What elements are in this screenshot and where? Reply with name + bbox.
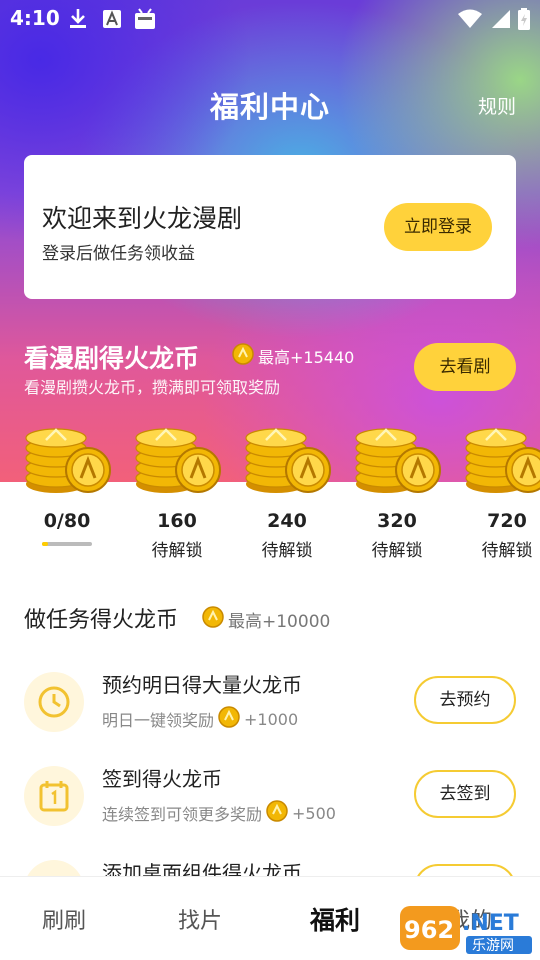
milestone-status: 待解锁: [261, 541, 313, 561]
milestone-row: 0/80 160 待解锁 240 待解锁 320 待解锁 720 待解锁: [0, 418, 540, 568]
tab-find-shows[interactable]: 找片: [178, 903, 222, 935]
clock-icon: [24, 672, 84, 732]
milestone-item: 720 待解锁: [452, 418, 540, 561]
task-desc: 连续签到可领更多奖励 +500: [102, 800, 336, 826]
coin-icon: [232, 343, 254, 369]
app-notification-icon: [134, 8, 156, 34]
coin-icon: [266, 800, 288, 826]
milestone-item: 320 待解锁: [342, 418, 452, 561]
watch-drama-button[interactable]: 去看剧: [414, 343, 516, 391]
login-card: 欢迎来到火龙漫剧 登录后做任务领收益 立即登录: [24, 155, 516, 299]
milestone-progress-bar: [42, 542, 92, 546]
milestone-value: 320: [377, 510, 417, 532]
svg-text:962: 962: [404, 916, 454, 944]
checkin-button[interactable]: 去签到: [414, 770, 516, 818]
milestone-item: 240 待解锁: [232, 418, 342, 561]
battery-icon: [518, 8, 530, 34]
milestone-item: 0/80: [12, 418, 122, 546]
wifi-icon: [458, 9, 482, 33]
font-a-icon: [102, 8, 122, 34]
milestone-item: 160 待解锁: [122, 418, 232, 561]
login-hint: 登录后做任务领收益: [42, 244, 195, 264]
signal-icon: [490, 9, 510, 33]
task-desc-text: 明日一键领奖励: [102, 711, 215, 730]
task-row: 签到得火龙币 连续签到可领更多奖励 +500 去签到: [24, 758, 516, 838]
tab-shuashua[interactable]: 刷刷: [42, 903, 86, 935]
task-title: 签到得火龙币: [102, 767, 222, 791]
milestone-value: 240: [267, 510, 307, 532]
tab-welfare[interactable]: 福利: [310, 901, 360, 937]
page-title: 福利中心: [209, 90, 330, 124]
status-right-icons: [458, 8, 530, 34]
calendar-icon: [24, 766, 84, 826]
watch-section-subtitle: 看漫剧攒火龙币，攒满即可领取奖励: [24, 378, 281, 397]
site-watermark-logo: 962 .NET 乐游网: [400, 904, 536, 956]
task-reward: +1000: [244, 709, 299, 729]
reserve-button[interactable]: 去预约: [414, 676, 516, 724]
task-desc-text: 连续签到可领更多奖励: [102, 805, 263, 824]
coin-stack-icon: [242, 418, 332, 498]
watch-max-label: 最高+15440: [258, 348, 355, 367]
status-time: 4:10: [10, 6, 60, 30]
task-max-label: 最高+10000: [228, 612, 331, 632]
milestone-status: 待解锁: [371, 541, 423, 561]
rules-link[interactable]: 规则: [478, 92, 516, 119]
milestone-status: 待解锁: [481, 541, 533, 561]
coin-icon: [218, 706, 240, 732]
task-max-reward: 最高+10000: [202, 606, 330, 633]
status-bar: 4:10: [0, 0, 540, 38]
task-reward: +500: [292, 803, 336, 823]
milestone-value: 720: [487, 510, 527, 532]
coin-stack-icon: [462, 418, 540, 498]
coin-stack-icon: [132, 418, 222, 498]
task-desc: 明日一键领奖励 +1000: [102, 706, 298, 732]
task-title: 预约明日得大量火龙币: [102, 673, 302, 697]
svg-text:乐游网: 乐游网: [472, 938, 514, 954]
coin-stack-icon: [22, 418, 112, 498]
task-section-title: 做任务得火龙币: [24, 608, 179, 633]
watch-max-reward: 最高+15440: [232, 343, 354, 369]
milestone-value: 160: [157, 510, 197, 532]
coin-stack-icon: [352, 418, 442, 498]
milestone-status: 待解锁: [151, 541, 203, 561]
login-button[interactable]: 立即登录: [384, 203, 492, 251]
milestone-value: 0/80: [43, 510, 91, 532]
svg-text:.NET: .NET: [462, 911, 519, 936]
coin-icon: [202, 606, 224, 633]
welcome-heading: 欢迎来到火龙漫剧: [42, 204, 243, 233]
task-row: 预约明日得大量火龙币 明日一键领奖励 +1000 去预约: [24, 664, 516, 744]
download-icon: [68, 8, 88, 34]
watch-section-title: 看漫剧得火龙币: [24, 344, 200, 373]
